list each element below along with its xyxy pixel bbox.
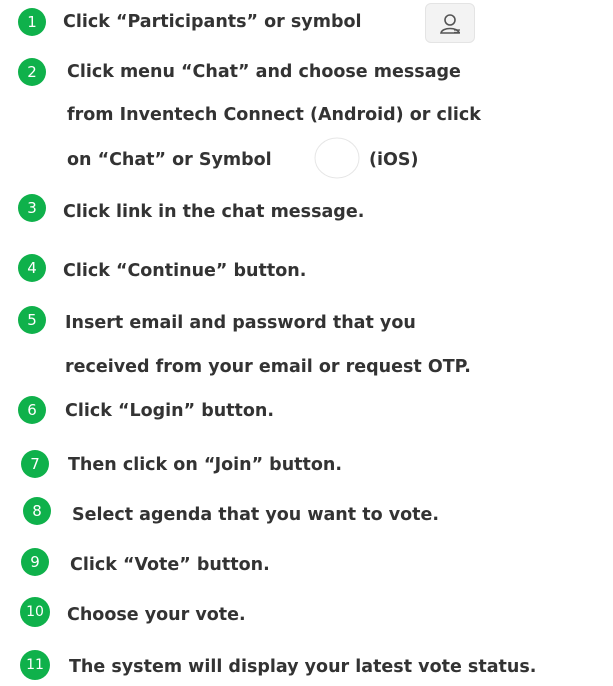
step-number-badge: 2	[18, 58, 46, 86]
step-number-badge: 10	[20, 597, 50, 627]
step-text: Click link in the chat message.	[63, 202, 365, 222]
step-text: The system will display your latest vote…	[69, 657, 537, 677]
step-text: Click menu “Chat” and choose message	[67, 62, 461, 82]
chat-bubble-icon	[312, 136, 362, 186]
step-text: Click “Participants” or symbol	[63, 12, 362, 32]
step-number-badge: 4	[18, 254, 46, 282]
step-number-badge: 8	[23, 497, 51, 525]
step-text: Click “Vote” button.	[70, 555, 270, 575]
step-number-badge: 9	[21, 548, 49, 576]
step-text: (iOS)	[369, 150, 419, 170]
step-number-badge: 11	[20, 650, 50, 680]
step-number-badge: 1	[18, 8, 46, 36]
step-text: from Inventech Connect (Android) or clic…	[67, 105, 481, 125]
step-number-badge: 3	[18, 194, 46, 222]
step-text: Click “Continue” button.	[63, 261, 307, 281]
participants-icon	[425, 3, 475, 43]
step-text: Click “Login” button.	[65, 401, 275, 421]
step-text: received from your email or request OTP.	[65, 357, 471, 377]
step-number-badge: 7	[21, 450, 49, 478]
step-text: on “Chat” or Symbol	[67, 150, 272, 170]
step-number-badge: 5	[18, 306, 46, 334]
step-text: Choose your vote.	[67, 605, 246, 625]
step-text: Select agenda that you want to vote.	[72, 505, 440, 525]
step-number-badge: 6	[18, 396, 46, 424]
step-text: Then click on “Join” button.	[68, 455, 343, 475]
step-text: Insert email and password that you	[65, 313, 416, 333]
